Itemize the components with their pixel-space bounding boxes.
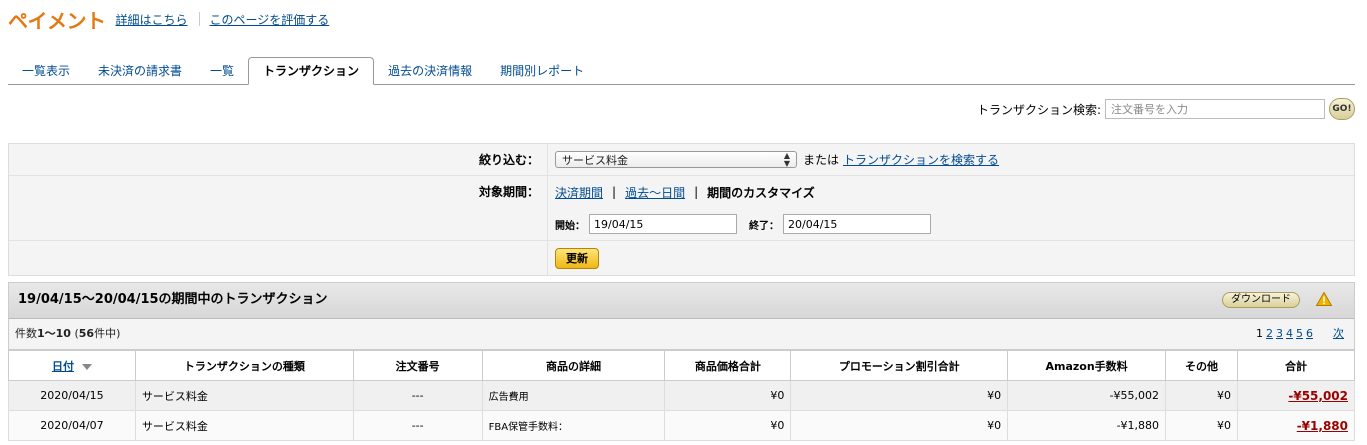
col-fee: Amazon手数料 — [1007, 350, 1167, 381]
cell-price: ¥0 — [664, 380, 792, 411]
sort-down-icon — [81, 363, 92, 370]
col-detail: 商品の詳細 — [481, 350, 666, 381]
cell-total[interactable]: -¥55,002 — [1236, 380, 1356, 411]
cell-type: サービス料金 — [134, 380, 354, 411]
rate-page-link[interactable]: このページを評価する — [210, 11, 330, 28]
start-label: 開始： — [555, 220, 585, 232]
col-price: 商品価格合計 — [664, 350, 792, 381]
results-header: 19/04/15〜20/04/15の期間中のトランザクション ダウンロード — [8, 282, 1355, 318]
tab-overview[interactable]: 一覧表示 — [8, 58, 84, 84]
cell-other: ¥0 — [1165, 380, 1238, 411]
update-controls: 更新 — [549, 241, 1354, 275]
period-controls: 決済期間 | 過去〜日間 | 期間のカスタマイズ 開始： 終了： — [549, 176, 1354, 240]
cell-type: サービス料金 — [134, 410, 354, 441]
cell-other: ¥0 — [1165, 410, 1238, 441]
col-date[interactable]: 日付 — [8, 350, 136, 381]
header-divider — [198, 12, 200, 26]
page-5[interactable]: 5 — [1296, 319, 1303, 349]
results-count: 件数1〜10 (56件中) — [15, 327, 121, 340]
warning-icon[interactable] — [1316, 292, 1332, 306]
past-days-link[interactable]: 過去〜日間 — [625, 184, 685, 201]
cell-order: --- — [352, 410, 483, 441]
filter-row-narrow: 絞り込む： サービス料金 ▲ ▼ または トランザクションを検索する — [9, 144, 1354, 176]
or-text: または — [803, 153, 840, 167]
col-order: 注文番号 — [352, 350, 483, 381]
cell-order: --- — [352, 380, 483, 411]
filter-row-period: 対象期間： 決済期間 | 過去〜日間 | 期間のカスタマイズ 開始： 終了： — [9, 176, 1354, 241]
start-date-input[interactable] — [589, 214, 737, 234]
transactions-table: 日付 トランザクションの種類 注文番号 商品の詳細 商品価格合計 プロモーション… — [8, 350, 1356, 441]
tab-period-report[interactable]: 期間別レポート — [486, 58, 598, 84]
cell-detail: FBA保管手数料： — [481, 410, 666, 441]
page-header: ペイメント 詳細はこちら このページを評価する — [8, 4, 329, 34]
narrow-controls: サービス料金 ▲ ▼ または トランザクションを検索する — [549, 144, 1354, 175]
end-date-input[interactable] — [783, 214, 931, 234]
search-transactions-link[interactable]: トランザクションを検索する — [843, 151, 999, 168]
cell-date: 2020/04/07 — [8, 410, 136, 441]
search-label: トランザクション検索: — [976, 102, 1101, 117]
narrow-label: 絞り込む： — [9, 144, 548, 175]
filter-row-update: 更新 — [9, 241, 1354, 275]
cell-fee: -¥55,002 — [1007, 380, 1167, 411]
select-arrows-icon: ▲ ▼ — [783, 150, 790, 168]
selected-type: サービス料金 — [562, 153, 628, 167]
page-6[interactable]: 6 — [1306, 319, 1313, 349]
table-row: 2020/04/15 サービス料金 --- 広告費用 ¥0 ¥0 -¥55,00… — [8, 380, 1356, 411]
col-other: その他 — [1165, 350, 1238, 381]
next-page-link[interactable]: 次 — [1333, 319, 1344, 349]
end-label: 終了： — [749, 220, 779, 232]
date-range: 開始： 終了： — [555, 208, 931, 240]
cell-date: 2020/04/15 — [8, 380, 136, 411]
pagination: 1 2 3 4 5 6 次 — [1253, 319, 1344, 349]
period-label: 対象期間： — [9, 176, 548, 240]
page-4[interactable]: 4 — [1286, 319, 1293, 349]
col-total: 合計 — [1236, 350, 1356, 381]
cell-price: ¥0 — [664, 410, 792, 441]
settlement-period-link[interactable]: 決済期間 — [555, 184, 603, 201]
transaction-search: トランザクション検索: GO! — [977, 96, 1355, 122]
go-button[interactable]: GO! — [1329, 98, 1355, 120]
col-promo: プロモーション割引合計 — [790, 350, 1009, 381]
transaction-type-select[interactable]: サービス料金 ▲ ▼ — [555, 151, 797, 168]
cell-total[interactable]: -¥1,880 — [1236, 410, 1356, 441]
table-header-row: 日付 トランザクションの種類 注文番号 商品の詳細 商品価格合計 プロモーション… — [8, 350, 1356, 381]
page-3[interactable]: 3 — [1276, 319, 1283, 349]
order-number-input[interactable] — [1105, 99, 1325, 119]
download-button[interactable]: ダウンロード — [1222, 292, 1300, 308]
page-2[interactable]: 2 — [1266, 319, 1273, 349]
update-button[interactable]: 更新 — [555, 247, 599, 269]
custom-period-label: 期間のカスタマイズ — [707, 185, 815, 200]
cell-promo: ¥0 — [790, 380, 1009, 411]
cell-promo: ¥0 — [790, 410, 1009, 441]
period-options: 決済期間 | 過去〜日間 | 期間のカスタマイズ — [555, 184, 815, 201]
tab-past-settlements[interactable]: 過去の決済情報 — [374, 58, 486, 84]
results-count-bar: 件数1〜10 (56件中) 1 2 3 4 5 6 次 — [8, 318, 1355, 350]
tab-unsettled-invoices[interactable]: 未決済の請求書 — [84, 58, 196, 84]
tab-list[interactable]: 一覧 — [196, 58, 248, 84]
results-title: 19/04/15〜20/04/15の期間中のトランザクション — [18, 292, 328, 307]
tab-bar: 一覧表示 未決済の請求書 一覧 トランザクション 過去の決済情報 期間別レポート — [8, 57, 1355, 85]
page-1: 1 — [1256, 327, 1263, 340]
tab-transactions[interactable]: トランザクション — [248, 57, 375, 85]
cell-detail: 広告費用 — [481, 380, 666, 411]
details-link[interactable]: 詳細はこちら — [116, 11, 188, 28]
col-type: トランザクションの種類 — [134, 350, 354, 381]
page-title: ペイメント — [8, 8, 106, 33]
cell-fee: -¥1,880 — [1007, 410, 1167, 441]
update-row-label — [9, 241, 548, 275]
filter-panel: 絞り込む： サービス料金 ▲ ▼ または トランザクションを検索する 対象期間： … — [8, 143, 1355, 276]
table-row: 2020/04/07 サービス料金 --- FBA保管手数料： ¥0 ¥0 -¥… — [8, 410, 1356, 441]
